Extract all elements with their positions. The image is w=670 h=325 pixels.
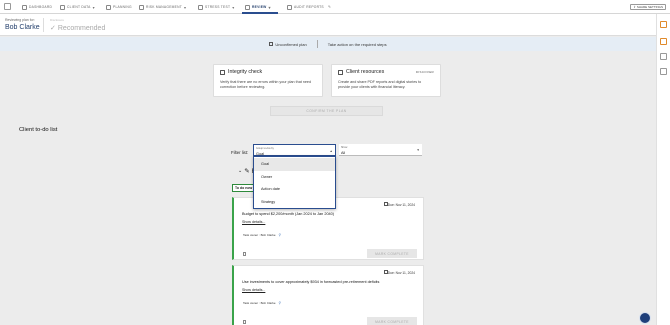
plan-status-text: Unconfirmed plan: [275, 41, 307, 47]
plan-header: Reviewing plan for: Bob Clarke Disclosur…: [0, 14, 656, 36]
header-divider: [43, 18, 44, 32]
nav-planning[interactable]: Planning: [106, 0, 132, 14]
option-owner[interactable]: Owner: [254, 171, 335, 184]
discover-link[interactable]: Discover: [416, 70, 434, 74]
nav-client-data-label: Client Data: [67, 5, 91, 9]
right-rail: [656, 14, 670, 325]
chevron-down-icon: ▾: [92, 4, 95, 10]
nav-client-data[interactable]: Client Data ▾: [60, 0, 95, 14]
share-settings-label: Share Settings: [636, 5, 663, 9]
group-by-value: Goal: [256, 151, 265, 156]
integrity-check-card[interactable]: Integrity check Verify that there are no…: [213, 64, 323, 97]
show-select[interactable]: Show All ▾: [339, 144, 422, 156]
client-name[interactable]: Bob Clarke: [5, 24, 40, 31]
mark-complete-label: Mark complete: [375, 319, 409, 324]
status-banner: Unconfirmed plan Take action on the requ…: [0, 37, 656, 51]
group-by-dropdown: Goal Owner Action date Strategy: [253, 156, 336, 209]
review-icon: [245, 4, 250, 10]
trash-icon[interactable]: [243, 252, 246, 256]
audit-icon: [287, 4, 292, 10]
card-description: Create and share PDF reports and digital…: [338, 80, 422, 90]
banner-divider: [316, 40, 318, 48]
group-by-select[interactable]: Group to-dos by Goal ▴: [253, 144, 336, 156]
caret-down-icon: ▾: [417, 148, 419, 152]
step-name: ✓ Recommended: [50, 24, 106, 33]
mark-complete-label: Mark complete: [375, 251, 409, 256]
alert-icon[interactable]: [660, 21, 667, 28]
chevron-down-icon: ▾: [232, 4, 235, 10]
nav-dashboard[interactable]: Dashboard: [22, 0, 52, 14]
chevron-down-icon: ▾: [268, 4, 271, 10]
edit-icon[interactable]: ✎: [328, 0, 331, 14]
card-title: Integrity check: [220, 69, 316, 75]
nav-planning-label: Planning: [113, 5, 132, 9]
tasks-icon[interactable]: [660, 38, 667, 45]
option-action-date[interactable]: Action date: [254, 183, 335, 196]
task-owner: Task owner : Bob Clarke ⚲: [243, 301, 281, 305]
show-value: All: [341, 150, 346, 155]
filter-label: Filter list:: [231, 150, 249, 155]
nav-stress-test[interactable]: Stress Test ▾: [198, 0, 235, 14]
nav-risk-label: Risk Management: [146, 5, 182, 9]
card-title-text: Integrity check: [228, 69, 263, 75]
share-settings-button[interactable]: ⇪ Share Settings: [630, 4, 666, 10]
show-details-link[interactable]: Show details...: [242, 288, 265, 292]
mark-complete-button[interactable]: Mark complete: [367, 317, 417, 325]
chevron-down-icon: ⌄: [238, 168, 243, 174]
dashboard-icon: [22, 4, 27, 10]
confirm-label: Confirm the plan: [306, 109, 347, 113]
chevron-down-icon: ▾: [184, 4, 187, 10]
option-strategy[interactable]: Strategy: [254, 196, 335, 209]
due-date: Due: Nov 11, 2024: [387, 271, 415, 275]
nav-risk-management[interactable]: Risk Management ▾: [139, 0, 186, 14]
checklist-icon: [220, 69, 225, 75]
due-date: Due: Nov 11, 2024: [387, 203, 415, 207]
resources-icon: [338, 69, 343, 75]
chat-button[interactable]: [639, 312, 651, 324]
client-data-icon: [60, 4, 65, 10]
confirm-plan-button[interactable]: Confirm the plan: [270, 106, 383, 116]
task-title: Use investments to cover approximately $…: [242, 280, 380, 284]
task-owner-text: Task owner : Bob Clarke: [243, 233, 276, 237]
nav-dashboard-label: Dashboard: [29, 5, 53, 9]
nav-review-label: Review: [252, 5, 267, 9]
top-nav: Dashboard Client Data ▾ Planning Risk Man…: [0, 0, 670, 14]
nav-stress-label: Stress Test: [205, 5, 231, 9]
nav-audit-reports[interactable]: Audit Reports: [287, 0, 324, 14]
calculator-icon[interactable]: [660, 53, 667, 60]
option-goal[interactable]: Goal: [254, 158, 335, 171]
action-text: Take action on the required steps: [327, 41, 387, 47]
document-icon: [269, 42, 274, 47]
card-title-text: Client resources: [346, 69, 385, 75]
trash-icon[interactable]: [243, 320, 246, 324]
link-icon[interactable]: ⚲: [279, 301, 282, 305]
step-name-text: Recommended: [57, 24, 106, 32]
nav-audit-label: Audit Reports: [294, 5, 324, 9]
group-by-label: Group to-dos by: [256, 147, 274, 150]
caret-up-icon: ▴: [330, 149, 332, 153]
share-icon: ⇪: [633, 5, 636, 9]
mark-complete-button[interactable]: Mark complete: [367, 249, 417, 258]
card-description: Verify that there are no errors within y…: [220, 80, 312, 90]
task-owner: Task owner : Bob Clarke ⚲: [243, 233, 281, 237]
section-title: Client to-do list: [19, 127, 58, 133]
reviewing-label: Reviewing plan for:: [5, 18, 35, 22]
show-label: Show: [341, 146, 348, 149]
stress-test-icon: [198, 4, 203, 10]
to-do-now-tab[interactable]: To do now: [232, 184, 254, 192]
check-icon: ✓: [50, 25, 56, 32]
step-label: Disclosure: [50, 18, 65, 22]
edit-icon: ✎: [244, 168, 250, 175]
task-owner-text: Task owner : Bob Clarke: [243, 301, 276, 305]
show-details-link[interactable]: Show details...: [242, 220, 265, 224]
apps-grid-icon[interactable]: [4, 3, 11, 10]
risk-icon: [139, 4, 144, 10]
client-resources-card[interactable]: Client resources Discover Create and sha…: [331, 64, 441, 97]
plan-status: Unconfirmed plan: [269, 41, 307, 47]
task-title: Budget to spend $2,200/month (Jan 2024 t…: [242, 212, 335, 216]
link-icon[interactable]: ⚲: [279, 233, 282, 237]
task-card: Due: Nov 11, 2024 Use investments to cov…: [232, 265, 424, 325]
planning-icon: [106, 4, 111, 10]
notes-icon[interactable]: [660, 68, 667, 75]
